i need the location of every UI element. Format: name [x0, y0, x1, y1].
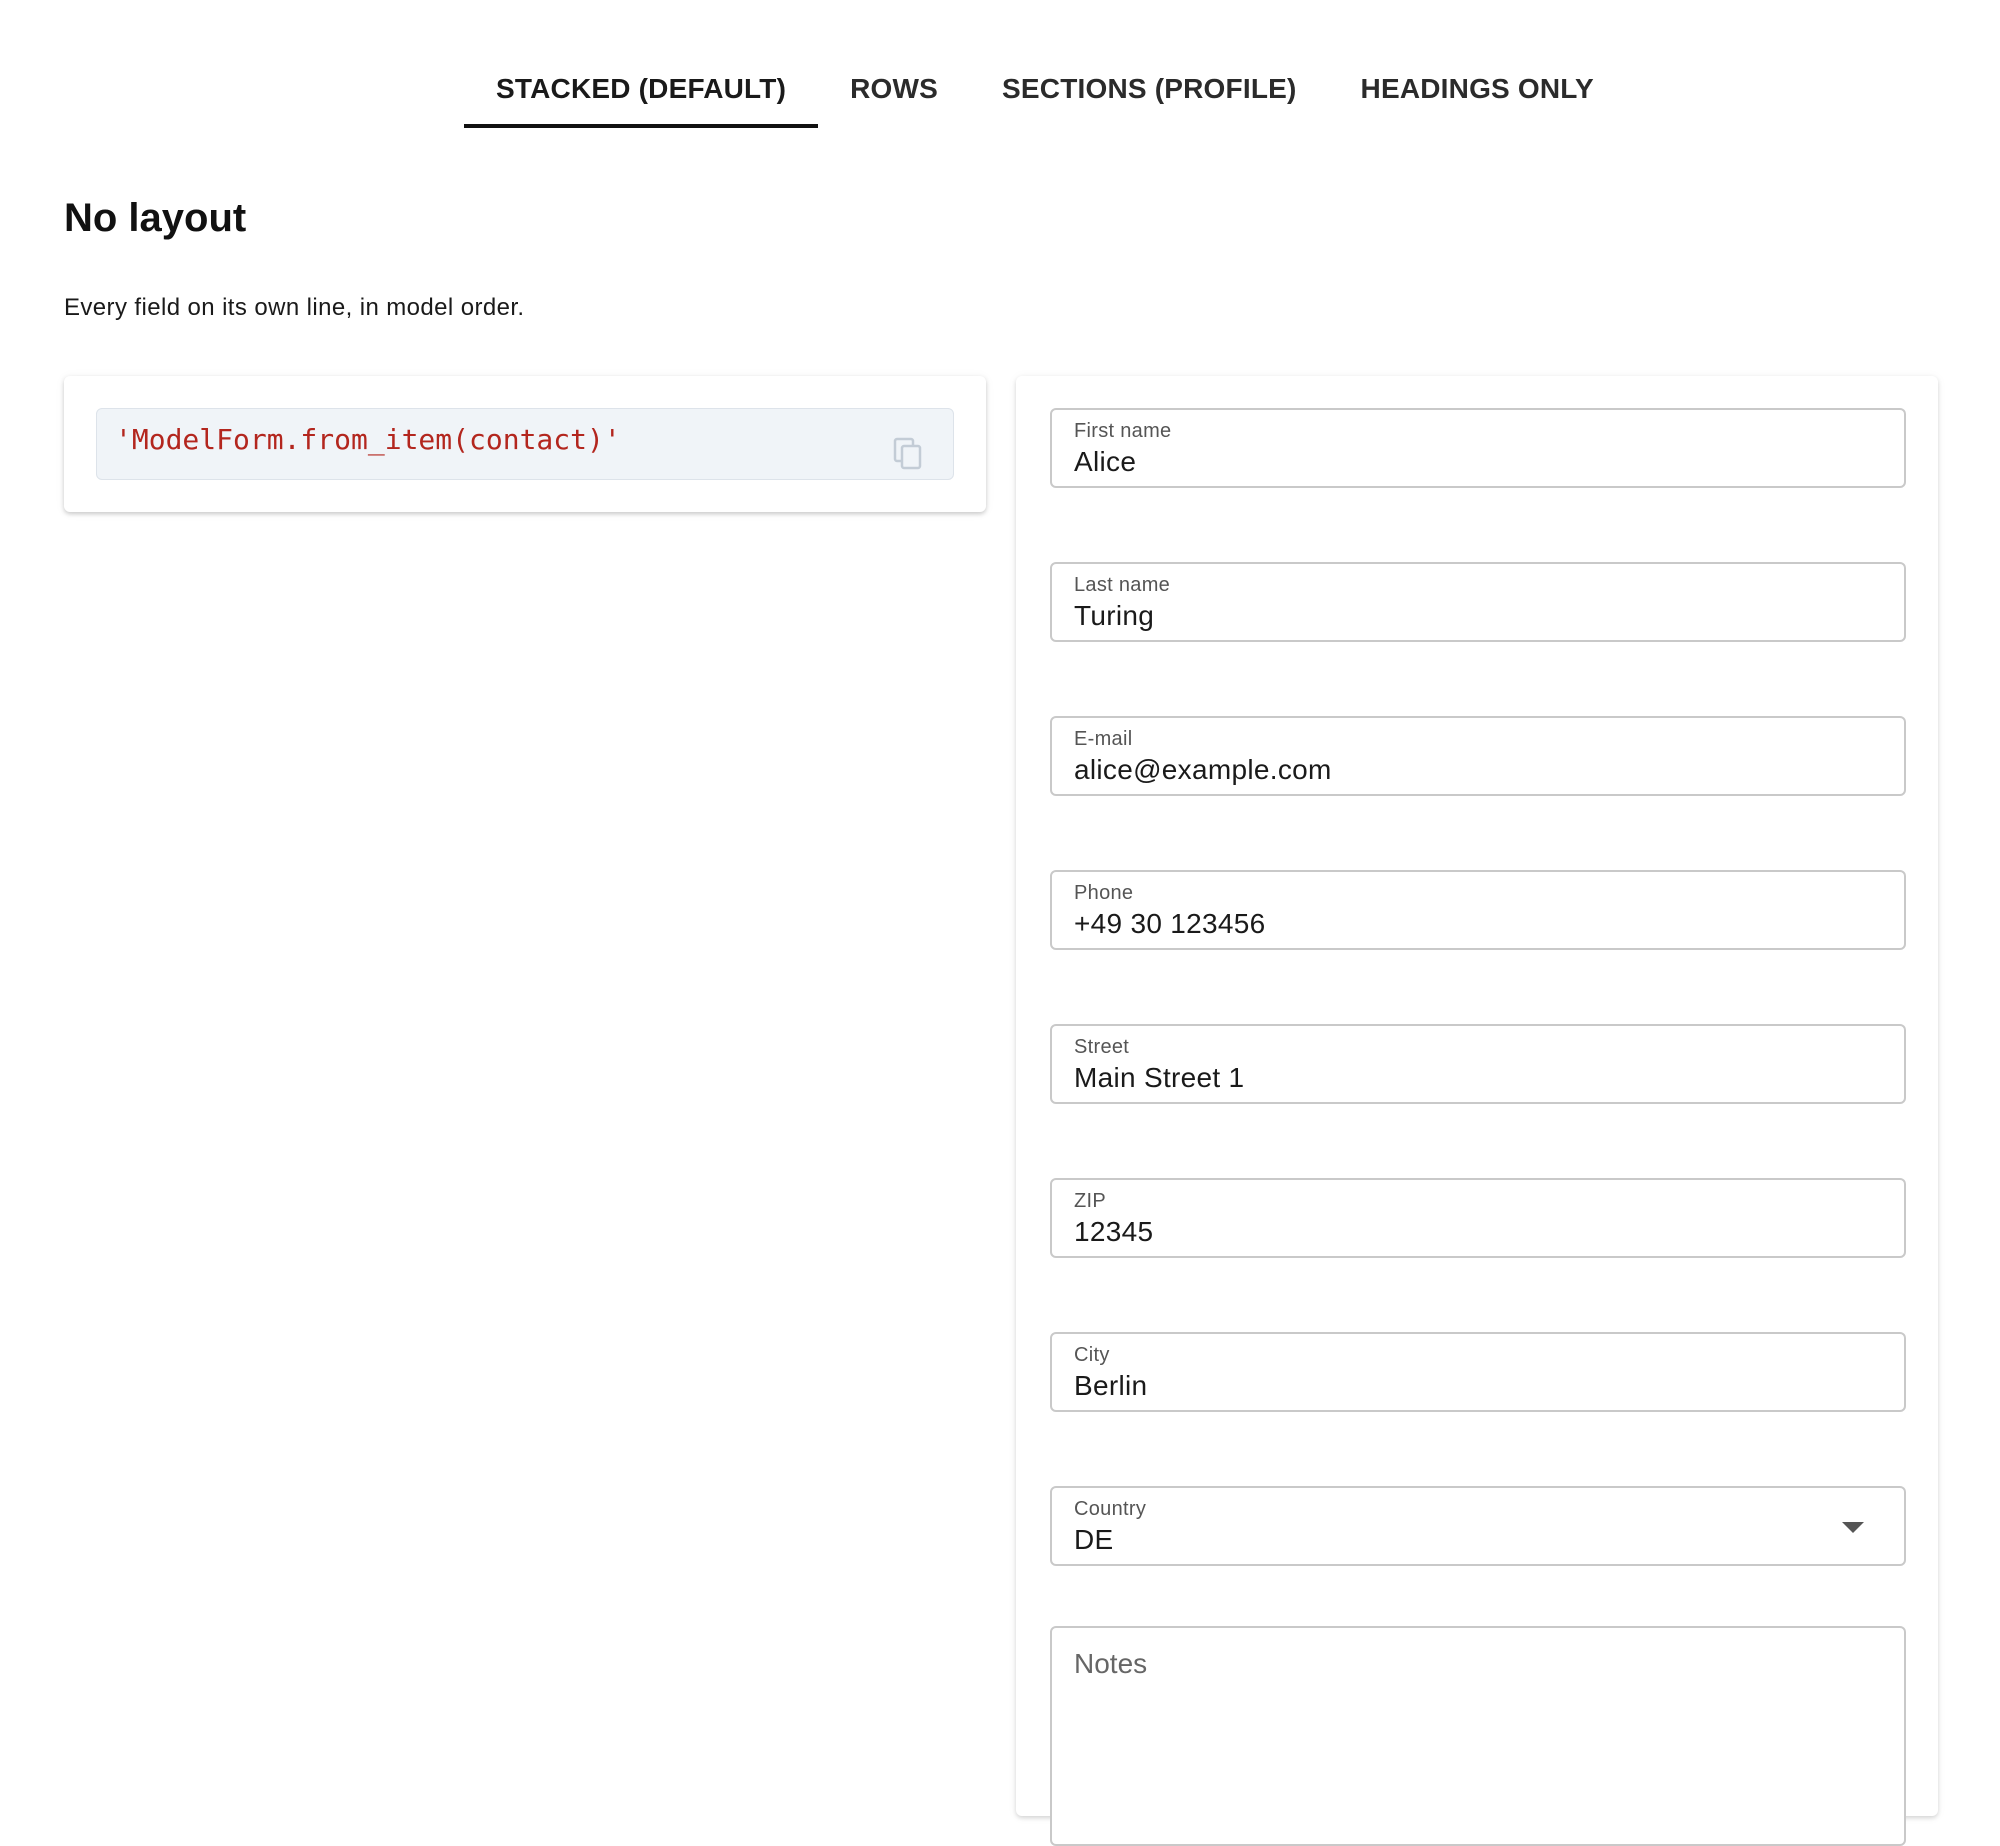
field-value: Alice	[1074, 446, 1137, 477]
city-field[interactable]: City Berlin	[1050, 1332, 1906, 1412]
field-value: Berlin	[1074, 1370, 1148, 1401]
field-value: Turing	[1074, 600, 1155, 631]
field-label: ZIP	[1074, 1190, 1107, 1212]
field-label: Phone	[1074, 882, 1134, 904]
layout-tabs: STACKED (DEFAULT) ROWS SECTIONS (PROFILE…	[464, 50, 1626, 128]
tab-label: ROWS	[850, 73, 939, 104]
zip-field[interactable]: ZIP 12345	[1050, 1178, 1906, 1258]
code-card: 'ModelForm.from_item(contact)'	[64, 376, 986, 512]
tab-label: HEADINGS ONLY	[1360, 73, 1594, 104]
tab-sections-profile[interactable]: SECTIONS (PROFILE)	[970, 50, 1329, 128]
field-value: Main Street 1	[1074, 1062, 1245, 1093]
tab-stacked-default[interactable]: STACKED (DEFAULT)	[464, 50, 819, 128]
field-value: alice@example.com	[1074, 754, 1332, 785]
page-subtitle: Every field on its own line, in model or…	[64, 294, 525, 321]
notes-placeholder: Notes	[1074, 1648, 1148, 1679]
field-value: 12345	[1074, 1216, 1154, 1247]
email-field[interactable]: E-mail alice@example.com	[1050, 716, 1906, 796]
field-value: +49 30 123456	[1074, 908, 1266, 939]
tab-headings-only[interactable]: HEADINGS ONLY	[1329, 50, 1626, 128]
contact-form: First name Alice Last name Turing E-mail…	[1016, 376, 1938, 1846]
code-snippet-box: 'ModelForm.from_item(contact)'	[96, 408, 954, 480]
phone-field[interactable]: Phone +49 30 123456	[1050, 870, 1906, 950]
last-name-field[interactable]: Last name Turing	[1050, 562, 1906, 642]
field-label: E-mail	[1074, 728, 1133, 750]
field-value: DE	[1074, 1524, 1114, 1555]
field-label: City	[1074, 1344, 1110, 1366]
code-snippet: 'ModelForm.from_item(contact)'	[115, 423, 621, 456]
page-title: No layout	[64, 196, 247, 240]
country-select[interactable]: Country DE	[1050, 1486, 1906, 1566]
notes-textarea[interactable]: Notes	[1050, 1626, 1906, 1846]
field-label: Street	[1074, 1036, 1130, 1058]
tab-label: SECTIONS (PROFILE)	[1002, 73, 1297, 104]
field-label: Last name	[1074, 574, 1171, 596]
street-field[interactable]: Street Main Street 1	[1050, 1024, 1906, 1104]
copy-icon[interactable]	[893, 437, 923, 471]
tab-rows[interactable]: ROWS	[818, 50, 970, 128]
chevron-down-icon[interactable]	[1842, 1522, 1864, 1533]
field-label: Country	[1074, 1498, 1147, 1520]
tab-label: STACKED (DEFAULT)	[496, 73, 787, 104]
first-name-field[interactable]: First name Alice	[1050, 408, 1906, 488]
field-label: First name	[1074, 420, 1172, 442]
